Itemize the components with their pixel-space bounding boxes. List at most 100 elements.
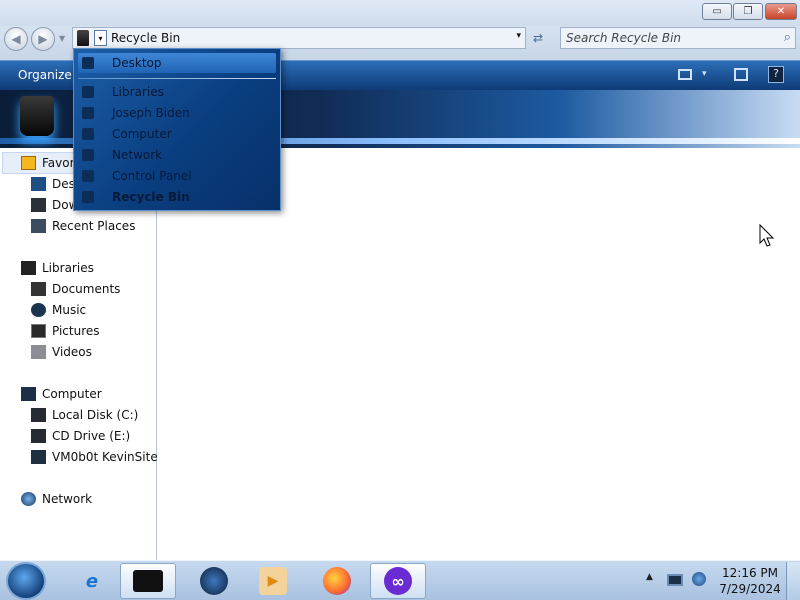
menu-item-label: Recycle Bin	[112, 190, 190, 204]
menu-item-label: Network	[112, 148, 163, 162]
search-placeholder: Search Recycle Bin	[566, 31, 682, 45]
nav-item-music[interactable]: Music	[31, 300, 86, 320]
recent-places-icon	[31, 219, 46, 233]
media-player-icon: ▶	[259, 567, 287, 595]
network-icon	[21, 492, 36, 506]
desktop-icon	[31, 177, 46, 191]
menu-item-libraries[interactable]: Libraries	[82, 83, 164, 101]
computer-icon	[21, 387, 36, 401]
nav-item-documents[interactable]: Documents	[31, 279, 120, 299]
network-icon	[82, 149, 94, 161]
documents-icon	[31, 282, 46, 296]
organize-label: Organize	[18, 68, 72, 82]
downloads-icon	[31, 198, 46, 212]
clock-date[interactable]: 7/29/2024	[718, 582, 782, 596]
show-hidden-icons-button[interactable]: ▲	[646, 572, 653, 582]
menu-item-label: Desktop	[112, 56, 162, 70]
network-drive-icon	[31, 450, 46, 464]
back-button[interactable]: ◀	[4, 27, 28, 51]
menu-item-label: Control Panel	[112, 169, 192, 183]
forward-button[interactable]: ▶	[31, 27, 55, 51]
address-history-dropdown[interactable]: ▾	[516, 31, 521, 41]
menu-item-desktop[interactable]: Desktop	[82, 54, 162, 72]
recycle-bin-icon	[82, 191, 94, 203]
recycle-bin-icon	[77, 30, 89, 46]
taskbar-app-windows-explorer[interactable]	[120, 563, 176, 599]
minimize-button[interactable]: ▭	[702, 3, 732, 20]
nav-label: Music	[52, 303, 87, 317]
nav-item-cd-drive[interactable]: CD Drive (E:)	[31, 426, 130, 446]
libraries-icon	[82, 86, 94, 98]
recycle-bin-large-icon	[20, 96, 54, 136]
desktop-icon	[82, 57, 94, 69]
preview-pane-icon[interactable]	[734, 68, 748, 81]
menu-item-label: Computer	[112, 127, 172, 141]
firefox-icon	[323, 567, 351, 595]
nav-label: Recent Places	[52, 219, 136, 233]
menu-item-network[interactable]: Network	[82, 146, 162, 164]
control-panel-icon	[82, 170, 94, 182]
nav-label: Local Disk (C:)	[52, 408, 139, 422]
explorer-icon	[133, 570, 163, 592]
nav-item-computer[interactable]: Computer	[21, 384, 102, 404]
nav-item-local-disk[interactable]: Local Disk (C:)	[31, 405, 138, 425]
maximize-button[interactable]: ❐	[733, 3, 763, 20]
star-icon	[21, 156, 36, 170]
media-center-icon	[200, 567, 228, 595]
nav-label: Network	[42, 492, 93, 506]
disk-icon	[31, 408, 46, 422]
cd-drive-icon	[31, 429, 46, 443]
nav-item-videos[interactable]: Videos	[31, 342, 92, 362]
taskbar-app-browser[interactable]: ∞	[370, 563, 426, 599]
nav-label: Videos	[52, 345, 92, 359]
nav-label: VM0b0t KevinSite	[52, 450, 158, 464]
taskbar-app-firefox[interactable]	[309, 563, 365, 599]
clock-time[interactable]: 12:16 PM	[718, 566, 782, 580]
menu-item-label: Libraries	[112, 85, 164, 99]
view-options-chevron-icon[interactable]: ▾	[702, 69, 707, 79]
nav-item-pictures[interactable]: Pictures	[31, 321, 100, 341]
start-button[interactable]	[6, 562, 46, 600]
nav-item-libraries[interactable]: Libraries	[21, 258, 94, 278]
taskbar-app-internet-explorer[interactable]: e	[64, 563, 120, 599]
title-bar: ▭ ❐ ✕	[0, 0, 800, 26]
menu-item-control-panel[interactable]: Control Panel	[82, 167, 192, 185]
menu-item-computer[interactable]: Computer	[82, 125, 172, 143]
internet-explorer-icon: e	[85, 570, 99, 592]
nav-item-recent-places[interactable]: Recent Places	[31, 216, 135, 236]
volume-icon[interactable]	[692, 572, 706, 586]
nav-label: Libraries	[42, 261, 94, 275]
menu-item-user-folder[interactable]: Joseph Biden	[82, 104, 190, 122]
location-dropdown-menu: Desktop Libraries Joseph Biden Computer …	[73, 48, 281, 211]
nav-item-network-drive[interactable]: VM0b0t KevinSite	[31, 447, 158, 467]
nav-label: Computer	[42, 387, 102, 401]
search-icon[interactable]: ⌕	[784, 30, 791, 45]
refresh-button[interactable]: ⇄	[528, 29, 548, 47]
close-button[interactable]: ✕	[765, 3, 797, 20]
pictures-icon	[31, 324, 46, 338]
nav-label: CD Drive (E:)	[52, 429, 131, 443]
libraries-icon	[21, 261, 36, 275]
music-icon	[31, 303, 46, 317]
menu-separator	[78, 78, 276, 79]
network-status-icon[interactable]	[667, 574, 683, 586]
videos-icon	[31, 345, 46, 359]
nav-label: Pictures	[52, 324, 100, 338]
computer-icon	[82, 128, 94, 140]
address-location-text: Recycle Bin	[111, 31, 181, 45]
user-folder-icon	[82, 107, 94, 119]
nav-item-network[interactable]: Network	[21, 489, 92, 509]
taskbar-app-media-center[interactable]	[186, 563, 242, 599]
nav-label: Documents	[52, 282, 121, 296]
taskbar-app-media-player[interactable]: ▶	[245, 563, 301, 599]
menu-item-recycle-bin[interactable]: Recycle Bin	[82, 188, 190, 206]
recent-pages-button[interactable]: ▼	[59, 34, 65, 43]
show-desktop-button[interactable]	[786, 562, 800, 600]
change-view-icon[interactable]	[678, 69, 692, 80]
help-button[interactable]: ?	[768, 66, 784, 83]
address-bar[interactable]: ▾ Recycle Bin ▾	[72, 27, 526, 49]
browser-app-icon: ∞	[384, 567, 412, 595]
menu-item-label: Joseph Biden	[112, 106, 190, 120]
address-dropdown-button[interactable]: ▾	[94, 30, 107, 46]
search-input[interactable]: Search Recycle Bin ⌕	[560, 27, 796, 49]
